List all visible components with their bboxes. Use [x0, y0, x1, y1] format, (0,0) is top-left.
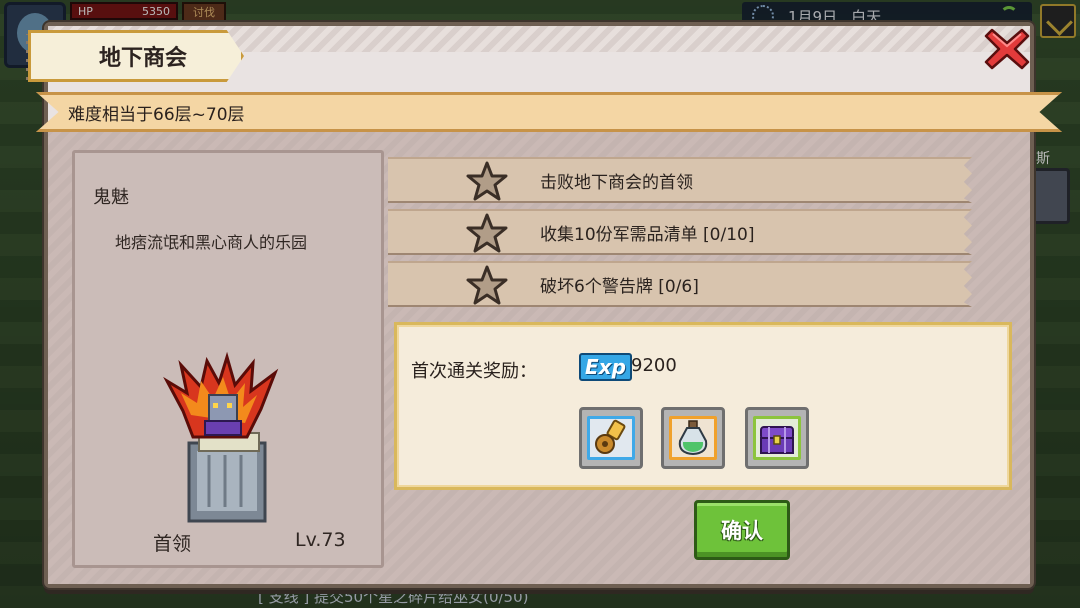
reward-item[interactable]: [661, 407, 725, 469]
potion-flask-icon: [678, 420, 708, 456]
boss-name: 鬼魅: [93, 187, 129, 208]
confirm-button[interactable]: 确认: [694, 500, 790, 560]
star-icon: [466, 265, 508, 305]
boss-card: 鬼魅 地痞流氓和黑心商人的乐园 首领 Lv.73: [72, 150, 384, 568]
boss-level: Lv.73: [295, 529, 346, 551]
difficulty-banner: 难度相当于66层~70层: [36, 92, 1062, 132]
star-icon: [466, 213, 508, 253]
star-icon: [466, 161, 508, 201]
reward-item-frame: [587, 416, 635, 460]
scroll-key-icon: [595, 419, 626, 454]
objective-text: 破坏6个警告牌 [0/6]: [540, 276, 699, 297]
boss-role-label: 首领: [153, 533, 192, 555]
reward-item[interactable]: [579, 407, 643, 469]
boss-sprite-icon: [163, 351, 279, 523]
reward-label: 首次通关奖励：: [411, 361, 537, 382]
dialog-title: 地下商会: [28, 30, 244, 82]
close-icon: [984, 28, 1030, 70]
treasure-chest-icon: [760, 426, 794, 454]
objective-text: 击败地下商会的首领: [540, 172, 693, 193]
exp-icon: Exp: [579, 353, 632, 381]
reward-item-frame: [753, 416, 801, 460]
exp-value: 9200: [631, 355, 677, 376]
first-clear-reward-box: 首次通关奖励： Exp 9200: [394, 322, 1012, 490]
objective-text: 收集10份军需品清单 [0/10]: [540, 224, 755, 245]
reward-item-frame: [669, 416, 717, 460]
objective-row: 击败地下商会的首领: [388, 157, 972, 203]
reward-item[interactable]: [745, 407, 809, 469]
objective-row: 收集10份军需品清单 [0/10]: [388, 209, 972, 255]
objective-row: 破坏6个警告牌 [0/6]: [388, 261, 972, 307]
boss-description: 地痞流氓和黑心商人的乐园: [115, 233, 308, 252]
close-button[interactable]: [984, 26, 1030, 72]
